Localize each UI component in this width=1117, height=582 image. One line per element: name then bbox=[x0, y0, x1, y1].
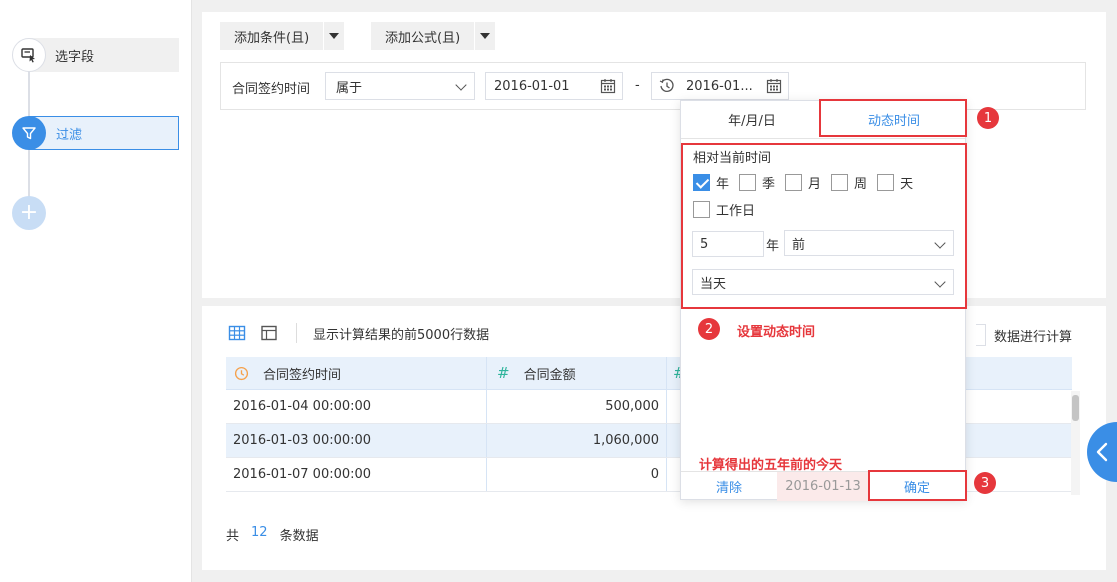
unit-year-option[interactable]: 年 bbox=[693, 173, 729, 192]
step-filter-label: 过滤 bbox=[29, 116, 179, 150]
chevron-down-icon bbox=[934, 237, 946, 249]
anchor-select[interactable]: 当天 bbox=[692, 269, 954, 295]
relative-time-label: 相对当前时间 bbox=[693, 151, 772, 166]
step-select-fields[interactable]: 选字段 bbox=[12, 38, 179, 72]
add-step-button[interactable]: + bbox=[12, 196, 46, 230]
offset-value-input[interactable]: 5 bbox=[692, 231, 764, 257]
step-filter[interactable]: 过滤 bbox=[12, 116, 179, 150]
date-picker-popup: 年/月/日 动态时间 相对当前时间 年 季 月 周 天 工作日 5 年 前 当天… bbox=[680, 99, 967, 501]
preview-toolbar: 显示计算结果的前5000行数据 bbox=[228, 322, 489, 344]
unit-label: 周 bbox=[854, 177, 868, 192]
calendar-icon[interactable] bbox=[600, 78, 616, 94]
add-formula-button[interactable]: 添加公式(且) bbox=[371, 22, 475, 50]
add-formula-dropdown[interactable] bbox=[475, 22, 496, 50]
annotation-badge-1: 1 bbox=[977, 107, 999, 129]
caret-down-icon bbox=[480, 33, 491, 39]
annotation-box-tab bbox=[819, 99, 967, 137]
layout-view-icon[interactable] bbox=[260, 324, 278, 342]
add-condition-button[interactable]: 添加条件(且) bbox=[220, 22, 324, 50]
row-count-prefix: 共 bbox=[226, 529, 240, 544]
calc-toggle-stub[interactable] bbox=[975, 324, 986, 346]
calc-note-text: 数据进行计算 bbox=[993, 329, 1072, 345]
row-count-number: 12 bbox=[251, 525, 268, 540]
unit-label: 季 bbox=[762, 177, 776, 192]
add-step-icon: + bbox=[12, 196, 46, 230]
time-unit-options: 年 季 月 周 天 bbox=[693, 173, 923, 192]
chevron-down-icon bbox=[455, 79, 467, 91]
clear-button[interactable]: 清除 bbox=[681, 472, 777, 501]
direction-select[interactable]: 前 bbox=[784, 230, 954, 256]
select-field-icon bbox=[12, 38, 46, 72]
table-view-icon[interactable] bbox=[228, 324, 246, 342]
table-cell: 500,000 bbox=[487, 390, 667, 423]
caret-down-icon bbox=[329, 33, 340, 39]
operator-select[interactable]: 属于 bbox=[325, 72, 475, 100]
table-cell: 0 bbox=[487, 458, 667, 491]
calendar-icon[interactable] bbox=[766, 78, 782, 94]
column-header-amount[interactable]: # 合同金额 bbox=[487, 357, 667, 389]
unit-week-option[interactable]: 周 bbox=[831, 173, 867, 192]
dynamic-time-icon bbox=[659, 78, 674, 92]
chevron-left-icon bbox=[1096, 442, 1108, 462]
table-scrollbar[interactable] bbox=[1071, 391, 1080, 495]
row-count-suffix: 条数据 bbox=[279, 529, 319, 544]
preview-note: 显示计算结果的前5000行数据 bbox=[313, 327, 490, 343]
unit-label: 年 bbox=[716, 177, 730, 192]
checkbox[interactable] bbox=[877, 174, 895, 191]
operator-value: 属于 bbox=[336, 80, 363, 96]
result-date: 2016-01-13 bbox=[777, 472, 869, 501]
row-count: 共 12 条数据 bbox=[226, 525, 319, 544]
checkbox[interactable] bbox=[831, 174, 849, 191]
hash-icon: # bbox=[497, 364, 510, 382]
filter-field-label: 合同签约时间 bbox=[232, 82, 311, 97]
unit-day-option[interactable]: 天 bbox=[877, 173, 913, 192]
anchor-value: 当天 bbox=[700, 276, 727, 292]
toolbar-divider bbox=[296, 323, 297, 343]
checkbox[interactable] bbox=[739, 174, 757, 191]
table-cell: 1,060,000 bbox=[487, 424, 667, 457]
table-cell: 2016-01-03 00:00:00 bbox=[226, 424, 487, 457]
filter-config-panel: 添加条件(且) 添加公式(且) 合同签约时间 属于 2016-01-01 - 2… bbox=[202, 12, 1106, 298]
column-header-label: 合同金额 bbox=[523, 367, 576, 383]
checkbox[interactable] bbox=[693, 201, 710, 218]
workday-option[interactable]: 工作日 bbox=[693, 200, 765, 219]
unit-month-option[interactable]: 月 bbox=[785, 173, 821, 192]
annotation-badge-2: 2 bbox=[698, 318, 720, 340]
annotation-box-confirm bbox=[868, 470, 967, 501]
data-preview-panel: 显示计算结果的前5000行数据 数据进行计算 合同签约时间 # 合同金额 # 2… bbox=[202, 306, 1106, 570]
scrollbar-thumb[interactable] bbox=[1072, 395, 1079, 421]
date-range-separator: - bbox=[635, 78, 640, 93]
table-cell: 2016-01-07 00:00:00 bbox=[226, 458, 487, 491]
add-condition-group: 添加条件(且) bbox=[220, 22, 345, 50]
workday-label: 工作日 bbox=[716, 204, 756, 219]
unit-label: 天 bbox=[900, 177, 914, 192]
checkbox-checked[interactable] bbox=[693, 174, 710, 191]
column-header-label: 合同签约时间 bbox=[263, 367, 342, 383]
checkbox[interactable] bbox=[785, 174, 803, 191]
step-panel: 选字段 过滤 + bbox=[0, 0, 192, 582]
unit-label: 月 bbox=[808, 177, 822, 192]
offset-unit-label: 年 bbox=[766, 239, 780, 254]
tab-ymd[interactable]: 年/月/日 bbox=[681, 101, 823, 138]
calc-note: 数据进行计算 bbox=[975, 324, 1072, 346]
start-date-value: 2016-01-01 bbox=[494, 78, 570, 94]
workday-checkbox-item[interactable]: 工作日 bbox=[693, 200, 755, 219]
add-condition-dropdown[interactable] bbox=[324, 22, 345, 50]
direction-value: 前 bbox=[792, 237, 806, 253]
add-formula-group: 添加公式(且) bbox=[371, 22, 496, 50]
end-date-input[interactable]: 2016-01... bbox=[651, 72, 789, 100]
column-header-sign-date[interactable]: 合同签约时间 bbox=[226, 357, 487, 389]
table-cell: 2016-01-04 00:00:00 bbox=[226, 390, 487, 423]
start-date-input[interactable]: 2016-01-01 bbox=[485, 72, 623, 100]
unit-quarter-option[interactable]: 季 bbox=[739, 173, 775, 192]
chevron-down-icon bbox=[934, 276, 946, 288]
clock-icon bbox=[234, 366, 249, 380]
end-date-value: 2016-01... bbox=[686, 78, 753, 94]
annotation-set-dynamic: 设置动态时间 bbox=[737, 325, 816, 340]
filter-icon bbox=[12, 116, 46, 150]
step-select-fields-label: 选字段 bbox=[29, 38, 179, 72]
annotation-badge-3: 3 bbox=[974, 472, 996, 494]
